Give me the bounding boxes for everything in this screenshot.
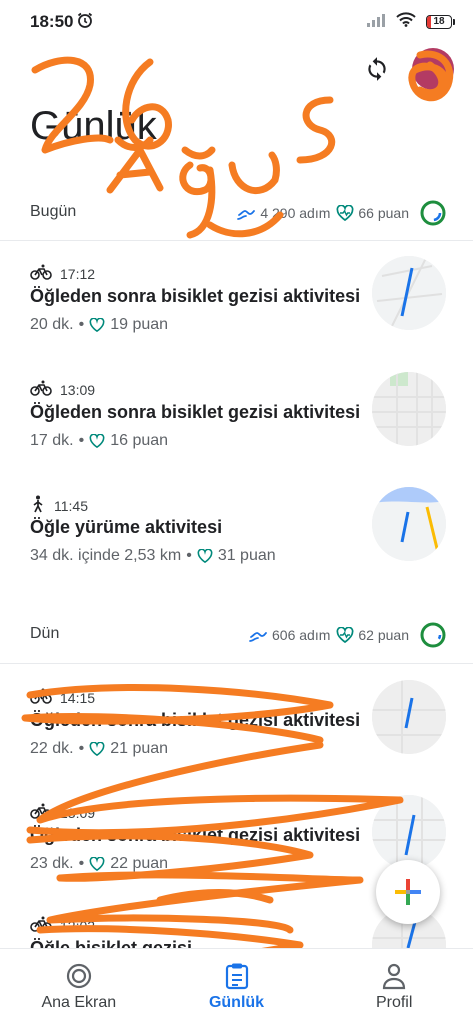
day-label: Bugün	[30, 203, 77, 220]
activity-item[interactable]: 11:45 Öğle yürüme aktivitesi 34 dk. için…	[0, 487, 473, 605]
steps-count: 606 adım	[272, 627, 331, 643]
activity-time: 17:12	[60, 265, 96, 282]
steps-icon	[249, 632, 267, 642]
divider	[0, 240, 473, 241]
divider	[0, 663, 473, 664]
heart-points-icon	[336, 627, 354, 643]
activity-points: 16 puan	[110, 432, 169, 449]
activity-time: 11:45	[54, 497, 88, 514]
heart-points-icon	[89, 318, 105, 332]
walk-icon	[30, 495, 46, 516]
heart-points-icon	[89, 742, 105, 756]
signal-icon	[366, 13, 386, 32]
heart-points-icon	[89, 857, 105, 871]
activity-item[interactable]: 14:15 Öğleden sonra bisiklet gezisi akti…	[0, 680, 473, 798]
status-bar: 18:50 18	[0, 0, 473, 40]
activity-detail: 20 dk.	[30, 316, 74, 333]
points-count: 66 puan	[358, 205, 409, 221]
day-label: Dün	[30, 625, 60, 642]
activity-title: Öğleden sonra bisiklet gezisi aktivitesi	[30, 402, 361, 422]
bike-icon	[30, 264, 52, 283]
nav-item-journal[interactable]: Günlük	[158, 949, 316, 1024]
bike-icon	[30, 803, 52, 822]
activity-item[interactable]: 13:09 Öğleden sonra bisiklet gezisi akti…	[0, 372, 473, 490]
steps-count: 4 290 adım	[260, 205, 331, 221]
wifi-icon	[396, 12, 416, 32]
bike-icon	[30, 688, 52, 707]
route-map-thumbnail	[372, 680, 446, 754]
activity-title: Öğleden sonra bisiklet gezisi aktivitesi	[30, 710, 361, 730]
sync-button[interactable]	[362, 54, 392, 84]
activity-points: 19 puan	[110, 316, 169, 333]
points-count: 62 puan	[358, 627, 409, 643]
person-icon	[383, 963, 406, 989]
activity-title: Öğleden sonra bisiklet gezisi aktivitesi	[30, 825, 361, 845]
avatar[interactable]	[412, 48, 454, 90]
plus-icon	[395, 879, 421, 905]
home-ring-icon	[66, 963, 91, 988]
journal-icon	[225, 963, 248, 989]
activity-detail: 17 dk.	[30, 432, 74, 449]
add-activity-button[interactable]	[376, 860, 440, 924]
bike-icon	[30, 380, 52, 399]
activity-time: 13:09	[60, 804, 96, 821]
day-header-yesterday: Dün 606 adım 62 puan	[0, 615, 473, 655]
activity-time: 14:15	[60, 689, 96, 706]
route-map-thumbnail	[372, 795, 446, 869]
nav-label: Günlük	[208, 993, 265, 1011]
heart-points-icon	[197, 549, 213, 563]
activity-points: 21 puan	[110, 740, 169, 757]
battery-icon: 18	[426, 15, 455, 29]
nav-item-profile[interactable]: Profil	[315, 949, 473, 1024]
bike-icon	[30, 916, 52, 935]
activity-item[interactable]: 17:12 Öğleden sonra bisiklet gezisi akti…	[0, 256, 473, 374]
activity-points: 22 puan	[110, 855, 169, 872]
nav-label: Profil	[375, 993, 413, 1011]
battery-fill	[427, 16, 432, 28]
alarm-icon	[76, 11, 94, 34]
page-title: Günlük	[30, 104, 157, 148]
activity-time: 12:02	[60, 917, 96, 934]
route-map-thumbnail	[372, 372, 446, 446]
route-map-thumbnail	[372, 256, 446, 330]
heart-points-icon	[89, 434, 105, 448]
battery-level: 18	[433, 16, 445, 27]
day-header-today: Bugün 4 290 adım 66 puan	[0, 193, 473, 233]
goal-ring-icon[interactable]	[419, 621, 447, 649]
sync-icon	[368, 57, 386, 81]
activity-detail: 34 dk. içinde 2,53 km	[30, 547, 182, 564]
bottom-navigation: Ana Ekran Günlük Profil	[0, 948, 473, 1024]
heart-points-icon	[336, 205, 354, 221]
activity-time: 13:09	[60, 381, 96, 398]
route-map-thumbnail	[372, 487, 446, 561]
nav-item-home[interactable]: Ana Ekran	[0, 949, 158, 1024]
steps-icon	[237, 210, 256, 220]
status-time: 18:50	[30, 12, 74, 31]
activity-detail: 23 dk.	[30, 855, 74, 872]
goal-ring-icon[interactable]	[419, 199, 447, 227]
activity-title: Öğleden sonra bisiklet gezisi aktivitesi	[30, 286, 361, 306]
nav-label: Ana Ekran	[41, 993, 117, 1011]
activity-detail: 22 dk.	[30, 740, 74, 757]
activity-title: Öğle yürüme aktivitesi	[30, 517, 223, 537]
activity-points: 31 puan	[217, 547, 276, 564]
